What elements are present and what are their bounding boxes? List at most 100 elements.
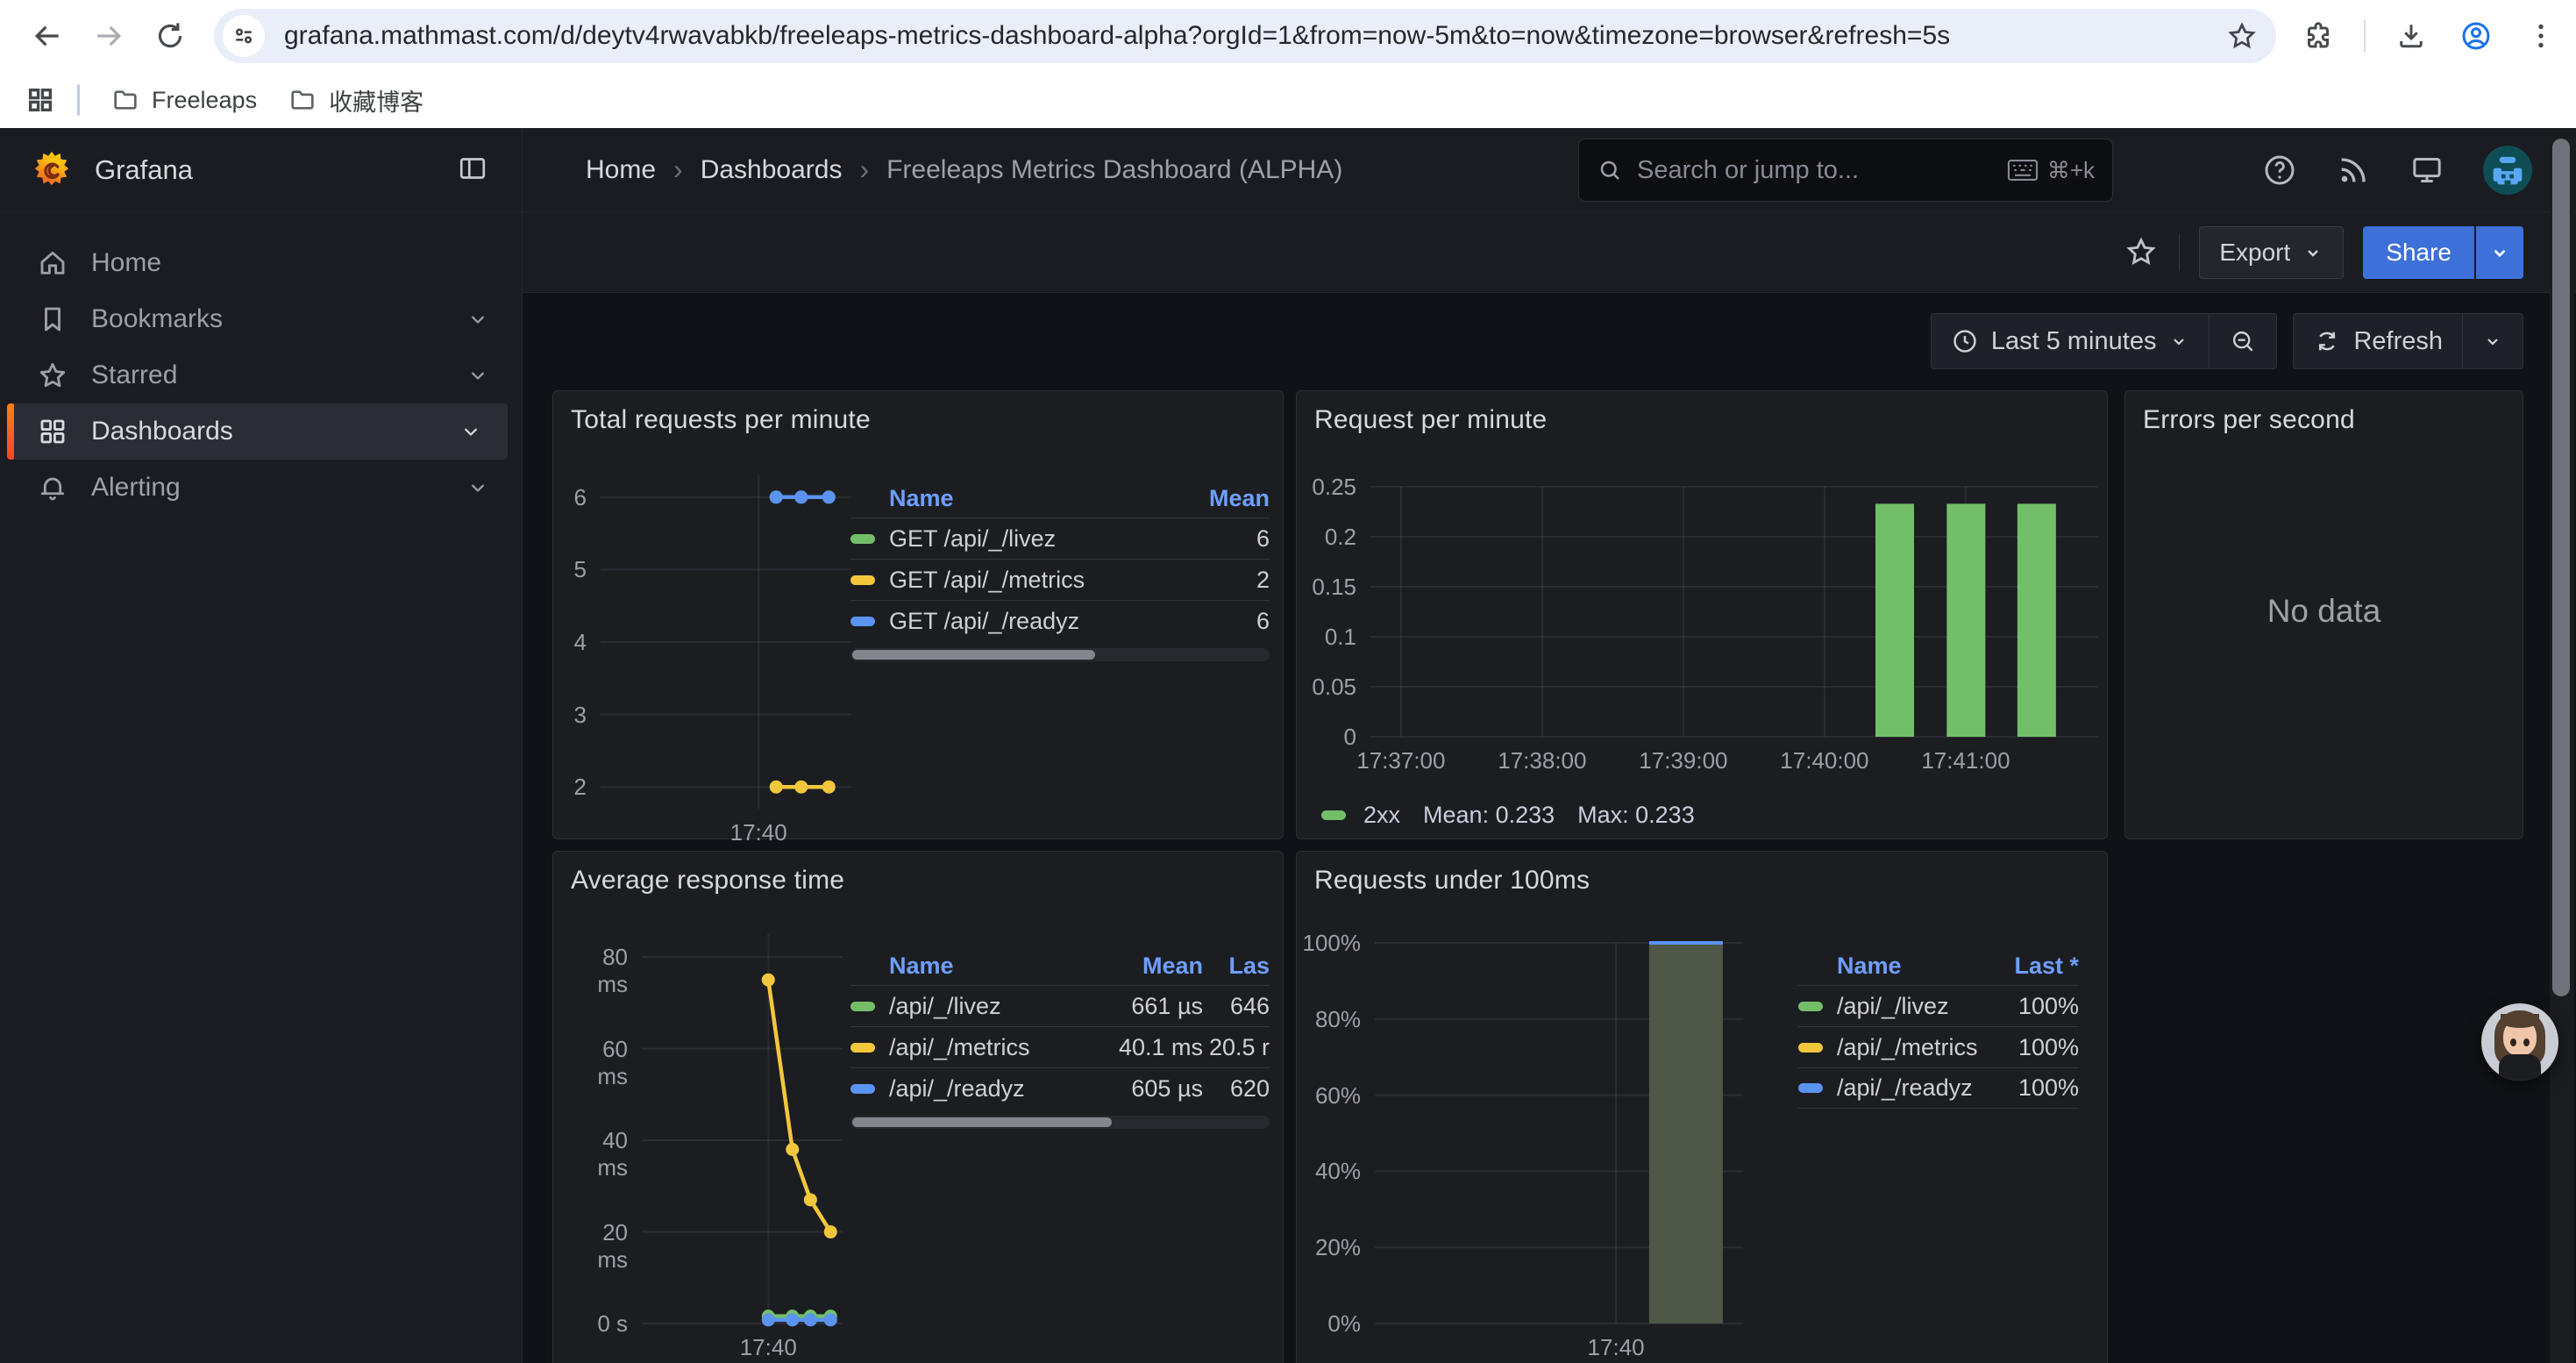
- brand-name[interactable]: Grafana: [95, 154, 193, 186]
- legend-row[interactable]: /api/_/livez661 µs646: [850, 985, 1270, 1026]
- series-label[interactable]: 2xx: [1363, 802, 1400, 829]
- series-name[interactable]: GET /api/_/readyz: [889, 608, 1079, 635]
- main-content: Home›Dashboards›Freeleaps Metrics Dashbo…: [523, 128, 2576, 1363]
- series-swatch: [850, 534, 875, 544]
- panel-request-per-minute: Request per minute 0.250.20.150.10.05017…: [1296, 390, 2108, 839]
- bookmark-folder-blogs[interactable]: 收藏博客: [288, 83, 423, 118]
- grid-icon: [37, 416, 68, 447]
- series-name[interactable]: GET /api/_/livez: [889, 525, 1056, 553]
- under-100ms-chart[interactable]: 100%80%60%40%20%0%17:40: [1299, 943, 1743, 1362]
- browser-menu-icon[interactable]: [2522, 17, 2560, 55]
- legend-row[interactable]: GET /api/_/livez6: [850, 517, 1270, 559]
- legend-scrollbar[interactable]: [850, 1116, 1270, 1129]
- panel-title[interactable]: Errors per second: [2143, 405, 2355, 435]
- y-axis-tick-label: 80%: [1299, 1006, 1361, 1033]
- series-name[interactable]: /api/_/readyz: [889, 1075, 1025, 1103]
- assistant-avatar[interactable]: [2481, 1003, 2558, 1081]
- refresh-interval-button[interactable]: [2462, 314, 2523, 368]
- back-icon[interactable]: [28, 17, 67, 55]
- legend-row[interactable]: GET /api/_/metrics 2: [850, 559, 1270, 600]
- panel-title[interactable]: Total requests per minute: [571, 405, 871, 435]
- favorite-star-icon[interactable]: [2124, 235, 2160, 270]
- monitor-icon[interactable]: [2409, 153, 2444, 188]
- apps-grid-icon[interactable]: [23, 82, 58, 118]
- expand-chevron-icon[interactable]: [466, 307, 490, 332]
- no-data-message: No data: [2125, 593, 2523, 630]
- y-axis-tick-label: 5: [562, 556, 587, 583]
- legend-row[interactable]: /api/_/metrics40.1 ms20.5 r: [850, 1026, 1270, 1067]
- legend-row[interactable]: /api/_/livez100%: [1798, 985, 2079, 1026]
- panel-title[interactable]: Average response time: [571, 866, 844, 896]
- site-info-icon[interactable]: [223, 15, 265, 57]
- legend-column-header[interactable]: Mean: [1071, 953, 1203, 980]
- share-button[interactable]: Share: [2363, 226, 2474, 279]
- sidebar: Grafana HomeBookmarksStarredDashboardsAl…: [0, 128, 523, 1363]
- export-button[interactable]: Export: [2199, 226, 2344, 279]
- legend-row[interactable]: /api/_/metrics100%: [1798, 1026, 2079, 1067]
- x-axis-tick-label: 17:40: [1546, 1334, 1686, 1361]
- y-axis-tick-label: 0.05: [1299, 674, 1356, 701]
- user-avatar[interactable]: [2483, 146, 2532, 195]
- series-name[interactable]: /api/_/metrics: [1837, 1034, 1978, 1061]
- sidebar-header: Grafana: [0, 128, 522, 212]
- legend-scrollbar[interactable]: [850, 648, 1270, 661]
- sidebar-item-starred[interactable]: Starred: [0, 347, 522, 403]
- breadcrumb-item[interactable]: Home: [586, 155, 656, 185]
- zoom-out-button[interactable]: [2209, 314, 2276, 368]
- browser-toolbar: grafana.mathmast.com/d/deytv4rwavabkb/fr…: [0, 0, 2576, 72]
- help-icon[interactable]: [2262, 153, 2297, 188]
- legend-column-header[interactable]: Mean: [1164, 485, 1270, 512]
- y-axis-tick-label: 80 ms: [580, 944, 628, 998]
- series-swatch: [1798, 1043, 1823, 1053]
- request-per-minute-chart[interactable]: 0.250.20.150.10.05017:37:0017:38:0017:39…: [1299, 487, 2098, 775]
- legend-row[interactable]: /api/_/readyz605 µs620: [850, 1067, 1270, 1109]
- download-icon[interactable]: [2392, 17, 2430, 55]
- reload-icon[interactable]: [151, 17, 189, 55]
- legend-column-header[interactable]: Name: [850, 953, 1071, 980]
- series-name[interactable]: /api/_/livez: [1837, 993, 1949, 1020]
- legend-column-header[interactable]: Last *: [1982, 953, 2079, 980]
- sidebar-item-dashboards[interactable]: Dashboards: [7, 403, 508, 460]
- time-range-button[interactable]: Last 5 minutes: [1932, 314, 2210, 368]
- dock-menu-icon[interactable]: [457, 153, 492, 188]
- news-rss-icon[interactable]: [2336, 153, 2371, 188]
- series-name[interactable]: /api/_/readyz: [1837, 1074, 1973, 1102]
- avg-response-chart[interactable]: 80 ms60 ms40 ms20 ms0 s17:40: [580, 934, 843, 1362]
- search-input[interactable]: Search or jump to... ⌘+k: [1578, 139, 2113, 202]
- bookmark-icon: [37, 303, 68, 335]
- expand-chevron-icon[interactable]: [459, 419, 483, 444]
- legend-row[interactable]: /api/_/readyz100%: [1798, 1067, 2079, 1109]
- folder-icon: [288, 86, 317, 114]
- panel-title[interactable]: Requests under 100ms: [1314, 866, 1590, 896]
- panel-title[interactable]: Request per minute: [1314, 405, 1547, 435]
- sidebar-item-alerting[interactable]: Alerting: [0, 460, 522, 516]
- legend-column-header[interactable]: Las: [1203, 953, 1270, 980]
- legend-column-header[interactable]: Name: [850, 485, 1164, 512]
- refresh-button[interactable]: Refresh: [2294, 314, 2462, 368]
- series-name[interactable]: GET /api/_/metrics: [889, 567, 1085, 594]
- url-bar[interactable]: grafana.mathmast.com/d/deytv4rwavabkb/fr…: [214, 9, 2276, 63]
- expand-chevron-icon[interactable]: [466, 363, 490, 388]
- total-requests-chart[interactable]: 6543217:40: [562, 475, 851, 847]
- profile-icon[interactable]: [2457, 17, 2495, 55]
- bookmark-folder-freeleaps[interactable]: Freeleaps: [111, 86, 257, 114]
- breadcrumb-item[interactable]: Freeleaps Metrics Dashboard (ALPHA): [886, 155, 1342, 185]
- extensions-icon[interactable]: [2299, 17, 2338, 55]
- sidebar-item-bookmarks[interactable]: Bookmarks: [0, 291, 522, 347]
- bookmark-star-icon[interactable]: [2218, 12, 2266, 60]
- scrollbar-thumb[interactable]: [2552, 139, 2570, 996]
- series-name[interactable]: /api/_/livez: [889, 993, 1001, 1020]
- breadcrumb-item[interactable]: Dashboards: [701, 155, 843, 185]
- sidebar-item-home[interactable]: Home: [0, 235, 522, 291]
- request-per-minute-legend[interactable]: 2xx Mean: 0.233 Max: 0.233: [1321, 802, 1695, 829]
- share-menu-button[interactable]: [2474, 226, 2523, 279]
- grafana-logo-icon[interactable]: [32, 150, 72, 190]
- expand-chevron-icon[interactable]: [466, 475, 490, 500]
- page-scrollbar[interactable]: [2550, 132, 2574, 1363]
- forward-icon[interactable]: [89, 17, 128, 55]
- legend-value: 2: [1164, 567, 1270, 594]
- series-name[interactable]: /api/_/metrics: [889, 1034, 1030, 1061]
- legend-row[interactable]: GET /api/_/readyz6: [850, 600, 1270, 641]
- legend-column-header[interactable]: Name: [1798, 953, 1982, 980]
- url-text[interactable]: grafana.mathmast.com/d/deytv4rwavabkb/fr…: [284, 21, 2218, 51]
